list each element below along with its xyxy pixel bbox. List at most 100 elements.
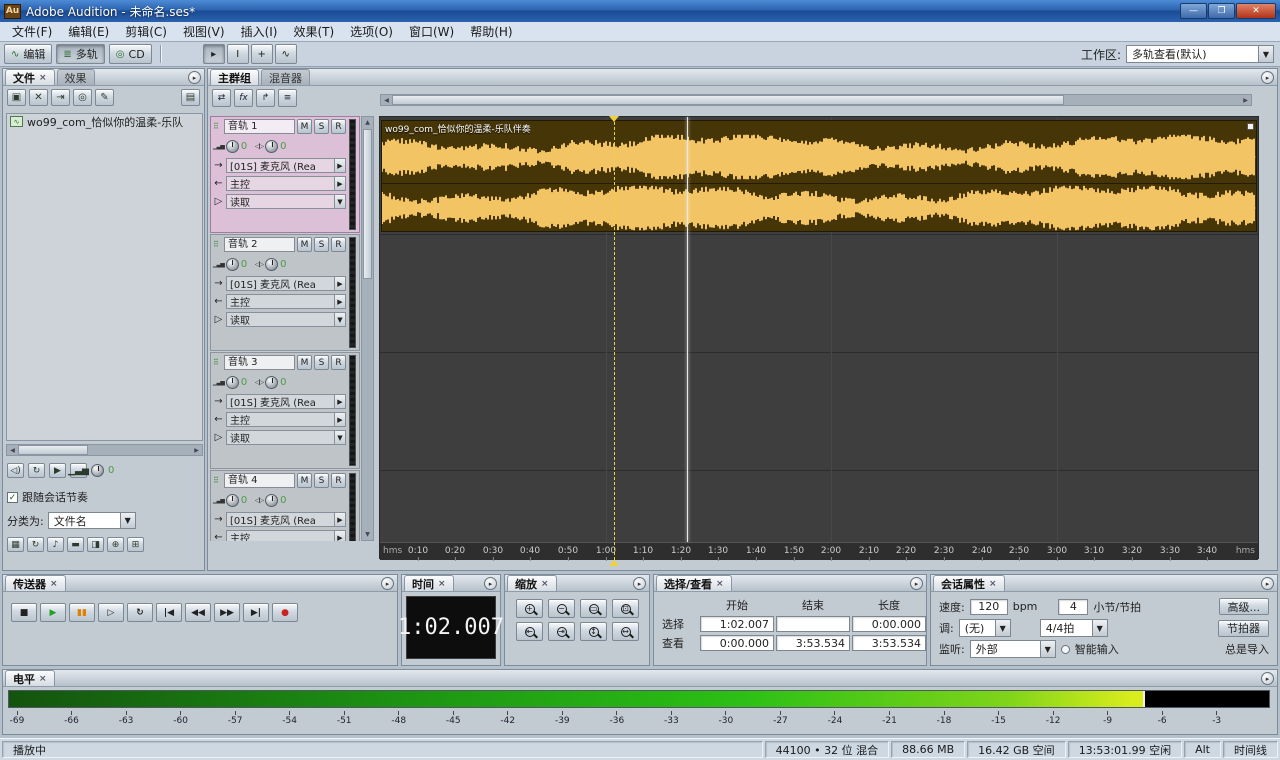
monitor-select[interactable]: 外部 ▼	[970, 640, 1056, 658]
track-input-select[interactable]: [01S] 麦克风 (Rea▶	[226, 512, 346, 527]
track-grip-icon[interactable]: ⠿	[213, 477, 222, 485]
insert-into-multitrack-icon[interactable]: ⇥	[51, 89, 70, 106]
track-record-button[interactable]: R	[331, 119, 346, 134]
cd-view-button[interactable]: ◎ CD	[109, 44, 152, 64]
panel-menu-icon[interactable]: ▸	[1261, 672, 1274, 685]
fast-forward-button[interactable]: ▶▶	[214, 603, 240, 622]
track-input-select[interactable]: [01S] 麦克风 (Rea▶	[226, 394, 346, 409]
track-mute-button[interactable]: M	[297, 119, 312, 134]
multitrack-view-button[interactable]: ≣ 多轨	[56, 44, 104, 64]
tab-main-group[interactable]: 主群组	[210, 69, 259, 85]
cd-list-icon[interactable]: ⊞	[127, 537, 144, 552]
edit-file-icon[interactable]: ✎	[95, 89, 114, 106]
menu-item[interactable]: 文件(F)	[4, 21, 60, 42]
view-length-field[interactable]: 3:53.534	[852, 635, 926, 651]
clip-fx-icon[interactable]: fx	[234, 89, 253, 107]
track-automation-select[interactable]: 读取▼	[226, 312, 346, 327]
play-to-end-button[interactable]: ▷	[98, 603, 124, 622]
track-pan-knob[interactable]	[265, 494, 278, 507]
tab-mixer[interactable]: 混音器	[261, 69, 310, 85]
close-file-icon[interactable]: ✕	[29, 89, 48, 106]
selection-start-field[interactable]: 1:02.007	[700, 616, 774, 632]
automation-expand-icon[interactable]: ▷	[213, 196, 224, 207]
track-grip-icon[interactable]: ⠿	[213, 241, 222, 249]
view-end-field[interactable]: 3:53.534	[776, 635, 850, 651]
go-to-start-button[interactable]: |◀	[156, 603, 182, 622]
track-solo-button[interactable]: S	[314, 473, 329, 488]
beats-per-bar-field[interactable]: 4	[1058, 599, 1088, 615]
show-loop-files-icon[interactable]: ↻	[27, 537, 44, 552]
tempo-field[interactable]: 120	[970, 599, 1008, 615]
track-pan-knob[interactable]	[265, 376, 278, 389]
panel-menu-icon[interactable]: ▸	[484, 577, 497, 590]
advanced-button[interactable]: 高级...	[1219, 598, 1270, 615]
show-options-icon[interactable]: ▤	[181, 89, 200, 106]
tab-selection-view[interactable]: 选择/查看×	[656, 575, 732, 591]
timeline-horizontal-scrollbar[interactable]: ◀ ▶	[380, 94, 1252, 106]
track-solo-button[interactable]: S	[314, 119, 329, 134]
track-volume-knob[interactable]	[226, 376, 239, 389]
track-name-input[interactable]: 音轨 4	[224, 473, 295, 488]
selection-length-field[interactable]: 0:00.000	[852, 616, 926, 632]
selection-end-field[interactable]	[776, 616, 850, 632]
panel-menu-icon[interactable]: ▸	[188, 71, 201, 84]
close-button[interactable]: ✕	[1236, 3, 1276, 19]
track-record-button[interactable]: R	[331, 237, 346, 252]
hybrid-tool-icon[interactable]: ▸	[203, 44, 225, 64]
timeline-track-area[interactable]: wo99_com_恰似你的温柔-乐队伴奏 hms hms 0:100:200:3…	[379, 116, 1259, 559]
close-tab-icon[interactable]: ×	[50, 579, 58, 589]
timeline-ruler[interactable]: hms hms 0:100:200:300:400:501:001:101:20…	[380, 542, 1258, 560]
track-output-select[interactable]: 主控▶	[226, 530, 346, 541]
file-list-item[interactable]: ∿wo99_com_恰似你的温柔-乐队	[7, 114, 202, 129]
preview-output-icon[interactable]: ◁)	[7, 463, 24, 478]
always-import-label[interactable]: 总是导入	[1225, 641, 1269, 657]
track-4-lane[interactable]	[380, 471, 1258, 542]
close-tab-icon[interactable]: ×	[39, 73, 47, 83]
go-to-end-button[interactable]: ▶|	[243, 603, 269, 622]
pause-button[interactable]: ▮▮	[69, 603, 95, 622]
tab-transport[interactable]: 传送器×	[5, 575, 66, 591]
preview-play-button[interactable]: ▶	[49, 463, 66, 478]
loop-play-button[interactable]: ↻	[127, 603, 153, 622]
edit-view-button[interactable]: ∿ 编辑	[4, 44, 52, 64]
sort-by-select[interactable]: 文件名 ▼	[48, 512, 136, 529]
show-video-files-icon[interactable]: ▬	[67, 537, 84, 552]
zoom-to-selection-button[interactable]: ⊡	[612, 599, 639, 618]
close-tab-icon[interactable]: ×	[716, 579, 724, 589]
track-name-input[interactable]: 音轨 1	[224, 119, 295, 134]
menu-item[interactable]: 效果(T)	[285, 21, 342, 42]
track-volume-knob[interactable]	[226, 258, 239, 271]
tab-time[interactable]: 时间×	[404, 575, 454, 591]
audio-clip[interactable]: wo99_com_恰似你的温柔-乐队伴奏	[381, 120, 1257, 232]
track-automation-select[interactable]: 读取▼	[226, 194, 346, 209]
track-output-select[interactable]: 主控▶	[226, 294, 346, 309]
tab-levels[interactable]: 电平×	[5, 670, 55, 686]
playhead-marker-bottom-icon[interactable]	[609, 555, 619, 566]
scrollbar-thumb[interactable]	[392, 95, 1064, 105]
scrollbar-thumb[interactable]	[18, 445, 88, 455]
zoom-out-horizontal-button[interactable]: −	[548, 599, 575, 618]
track-grip-icon[interactable]: ⠿	[213, 123, 222, 131]
track-record-button[interactable]: R	[331, 355, 346, 370]
close-tab-icon[interactable]: ×	[541, 579, 549, 589]
preview-volume-icon[interactable]: ▁▃▅	[70, 463, 87, 478]
track-solo-button[interactable]: S	[314, 237, 329, 252]
zoom-in-horizontal-button[interactable]: +	[516, 599, 543, 618]
playhead-cursor[interactable]	[614, 117, 615, 560]
scroll-left-icon[interactable]: ◀	[381, 95, 392, 105]
track-pan-knob[interactable]	[265, 140, 278, 153]
view-start-field[interactable]: 0:00.000	[700, 635, 774, 651]
play-button[interactable]: ▶	[40, 603, 66, 622]
automation-expand-icon[interactable]: ▷	[213, 432, 224, 443]
move-copy-clip-tool-icon[interactable]: +	[251, 44, 273, 64]
follow-session-checkbox[interactable]: ✓	[7, 492, 18, 503]
time-selection-tool-icon[interactable]: I	[227, 44, 249, 64]
scrollbar-thumb[interactable]	[363, 129, 372, 279]
clip-handle[interactable]	[1247, 123, 1254, 130]
time-signature-select[interactable]: 4/4拍 ▼	[1040, 619, 1108, 637]
zoom-out-full-button[interactable]: ▭	[580, 599, 607, 618]
track-name-input[interactable]: 音轨 2	[224, 237, 295, 252]
snapping-icon[interactable]: ⇄	[212, 89, 231, 107]
preview-loop-icon[interactable]: ↻	[28, 463, 45, 478]
scroll-right-icon[interactable]: ▶	[191, 445, 202, 455]
